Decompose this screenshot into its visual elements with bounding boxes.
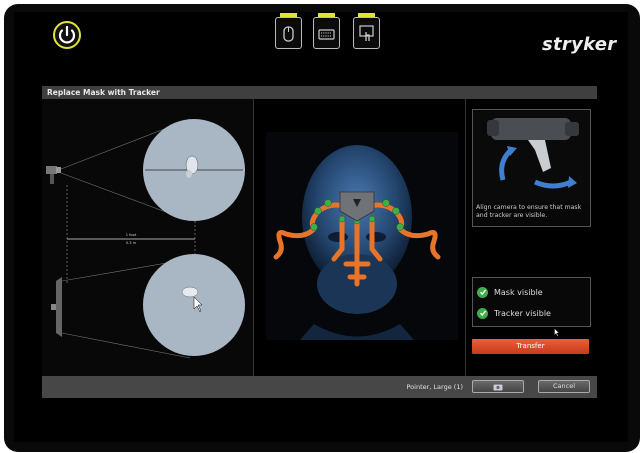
- positioning-diagram: 1 foot 0.3 m: [42, 99, 254, 376]
- mouse-icon: [283, 26, 294, 42]
- camera-alignment-hint: Align camera to ensure that mask and tra…: [472, 109, 591, 227]
- pointer-cursor-icon: [554, 328, 560, 337]
- tracker-model-icon: [181, 286, 199, 298]
- dialog-title: Replace Mask with Tracker: [42, 86, 597, 99]
- replace-mask-dialog: Replace Mask with Tracker 1 foot 0.3 m A…: [42, 86, 597, 398]
- keyboard-icon: [318, 29, 335, 40]
- mask-visible-label: Mask visible: [494, 287, 543, 297]
- distance-label: 1 foot: [126, 233, 137, 237]
- camera-alignment-illustration: [473, 110, 590, 202]
- tracker-visible-label: Tracker visible: [494, 308, 551, 318]
- mode-indicator: [280, 13, 297, 17]
- touch-icon: [359, 25, 374, 41]
- dialog-footer: Pointer, Large (1) Cancel: [42, 376, 597, 398]
- camera-icon: [46, 166, 61, 184]
- brand-logo: stryker: [542, 34, 617, 55]
- transfer-button[interactable]: Transfer: [472, 339, 589, 354]
- keyboard-mode-button[interactable]: [313, 13, 340, 49]
- status-row-mask: Mask visible: [477, 286, 543, 298]
- mode-indicator: [318, 13, 335, 17]
- camera-icon: [493, 384, 503, 391]
- check-icon: [477, 286, 488, 298]
- distance-diagram: 1 foot 0.3 m: [46, 118, 245, 359]
- head-tracker-view: [254, 99, 466, 376]
- mode-indicator: [358, 13, 375, 17]
- head-tracker-illustration: [266, 132, 458, 340]
- distance-label-metric: 0.3 m: [126, 241, 137, 245]
- guidance-panel: Align camera to ensure that mask and tra…: [466, 99, 597, 376]
- alignment-instruction: Align camera to ensure that mask and tra…: [476, 204, 582, 219]
- capture-button[interactable]: [472, 380, 524, 393]
- status-row-tracker: Tracker visible: [477, 307, 551, 319]
- cancel-button[interactable]: Cancel: [538, 380, 590, 393]
- pointer-setting-label: Pointer, Large (1): [406, 383, 463, 391]
- mouse-mode-button[interactable]: [275, 13, 302, 49]
- touch-mode-button[interactable]: [353, 13, 380, 49]
- visibility-status: Mask visible Tracker visible: [472, 277, 591, 327]
- field-generator-icon: [51, 277, 62, 337]
- power-icon[interactable]: [52, 20, 82, 50]
- check-icon: [477, 307, 488, 319]
